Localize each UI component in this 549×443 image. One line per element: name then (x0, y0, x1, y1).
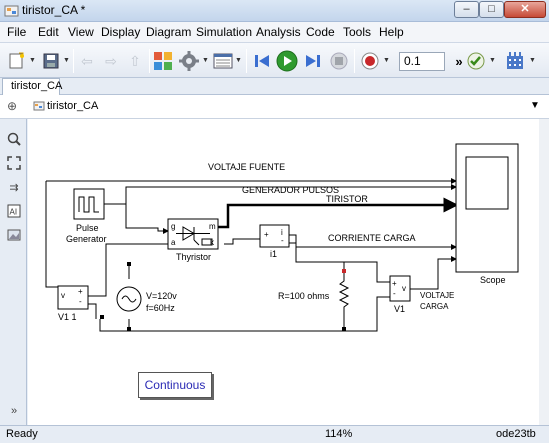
zoom-icon[interactable] (6, 131, 22, 147)
fit-to-view-icon[interactable] (6, 155, 22, 171)
back-arrow-icon[interactable]: ⇦ (76, 50, 98, 72)
new-model-icon[interactable] (6, 50, 28, 72)
voltage-meas-right-label: V1 (394, 304, 406, 314)
powergui-block[interactable]: Continuous (138, 372, 212, 398)
voltage-meas-left-label: V1 1 (58, 312, 77, 322)
grid-view-icon[interactable] (504, 50, 526, 72)
v-left-minus-label: - (79, 297, 82, 306)
zoom-level: 114% (325, 428, 353, 440)
minimize-button[interactable]: – (454, 1, 479, 18)
menu-display[interactable]: Display (101, 25, 140, 39)
thyristor-label: Thyristor (176, 252, 212, 262)
resistor-block[interactable] (338, 275, 350, 311)
step-back-icon[interactable] (251, 50, 273, 72)
record-dropdown-icon[interactable]: ▼ (383, 57, 390, 65)
v-left-v-label: v (61, 291, 65, 300)
pulse-generator-label-1: Pulse (76, 223, 99, 233)
resistor-label: R=100 ohms (278, 291, 330, 301)
menu-view[interactable]: View (68, 25, 94, 39)
annotation-icon[interactable]: AI (6, 203, 22, 219)
label-tiristor: TIRISTOR (326, 194, 368, 204)
up-arrow-icon[interactable]: ⇧ (124, 50, 146, 72)
close-button[interactable]: ✕ (504, 1, 546, 18)
maximize-button[interactable]: □ (479, 1, 504, 18)
current-minus-label: - (281, 236, 284, 245)
breadcrumb-model[interactable]: tiristor_CA (47, 100, 98, 112)
image-icon[interactable] (6, 227, 22, 243)
label-corriente-carga: CORRIENTE CARGA (328, 233, 416, 243)
port-a-label: a (171, 238, 176, 247)
breadcrumb-dropdown-icon[interactable]: ▼ (530, 100, 540, 111)
check-model-icon[interactable] (465, 50, 487, 72)
vertical-scrollbar[interactable] (539, 119, 549, 425)
scope-label: Scope (480, 275, 506, 285)
diagram-canvas[interactable]: VOLTAJE FUENTE GENERADOR PULSOS TIRISTOR… (28, 119, 549, 425)
menu-code[interactable]: Code (306, 25, 335, 39)
source-frequency-label: f=60Hz (146, 303, 175, 313)
menu-file[interactable]: File (7, 25, 26, 39)
check-dropdown-icon[interactable]: ▼ (489, 57, 496, 65)
v-right-plus-label: + (392, 279, 397, 288)
left-palette: ⇉ AI » (0, 119, 27, 425)
solver-name: ode23tb (496, 428, 536, 440)
stop-icon[interactable] (328, 50, 350, 72)
port-g-label: g (171, 222, 176, 231)
menu-tools[interactable]: Tools (343, 25, 371, 39)
toolbar-separator (73, 49, 74, 73)
model-explorer-icon[interactable] (212, 50, 234, 72)
label-generador-pulsos: GENERADOR PULSOS (242, 185, 340, 195)
tab-bar: tiristor_CA (0, 78, 549, 95)
library-browser-icon[interactable] (152, 50, 174, 72)
connect-arrow-icon[interactable]: ⇉ (6, 179, 22, 195)
label-voltaje-carga-2: CARGA (420, 302, 449, 311)
port-m-label: m (209, 222, 216, 231)
v-left-plus-label: + (78, 287, 83, 296)
toolbar-separator (149, 49, 150, 73)
tab-tiristor-ca[interactable]: tiristor_CA (2, 78, 62, 95)
menu-bar: File Edit View Display Diagram Simulatio… (0, 22, 549, 42)
save-icon[interactable] (40, 50, 62, 72)
current-meas-label: i1 (270, 249, 278, 259)
title-bar: tiristor_CA * – □ ✕ (0, 0, 549, 22)
v-right-v-label: v (402, 284, 406, 293)
menu-edit[interactable]: Edit (38, 25, 59, 39)
menu-analysis[interactable]: Analysis (256, 25, 301, 39)
toolbar: ▼ ▼ ⇦ ⇨ ⇧ ▼ ▼ ▼ 0.1 » ▼ ▼ (0, 42, 549, 78)
port-k-label: k (210, 238, 214, 247)
forward-arrow-icon[interactable]: ⇨ (100, 50, 122, 72)
model-settings-gear-icon[interactable] (178, 50, 200, 72)
window-title: tiristor_CA * (22, 3, 86, 17)
run-icon[interactable] (276, 50, 298, 72)
label-voltaje-carga-1: VOLTAJE (420, 291, 455, 300)
menu-simulation[interactable]: Simulation (196, 25, 252, 39)
breadcrumb: ⊕ tiristor_CA ▼ (0, 95, 549, 119)
status-text: Ready (6, 428, 38, 440)
source-voltage-label: V=120v (146, 291, 177, 301)
save-dropdown-icon[interactable]: ▼ (63, 57, 70, 65)
pulse-generator-label-2: Generator (66, 234, 107, 244)
grid-dropdown-icon[interactable]: ▼ (529, 57, 536, 65)
stop-time-input[interactable]: 0.1 (399, 52, 445, 71)
explorer-dropdown-icon[interactable]: ▼ (235, 57, 242, 65)
menu-diagram[interactable]: Diagram (146, 25, 191, 39)
step-forward-icon[interactable] (302, 50, 324, 72)
settings-dropdown-icon[interactable]: ▼ (202, 57, 209, 65)
menu-help[interactable]: Help (379, 25, 404, 39)
svg-text:AI: AI (10, 208, 18, 217)
v-right-minus-label: - (393, 289, 396, 298)
current-plus-label: + (264, 230, 269, 239)
collapse-palette-icon[interactable]: » (6, 403, 22, 419)
label-voltaje-fuente: VOLTAJE FUENTE (208, 162, 286, 172)
model-icon (33, 101, 45, 111)
status-bar: Ready 114% ode23tb (0, 425, 549, 443)
toolbar-separator (246, 49, 247, 73)
toolbar-separator (354, 49, 355, 73)
hide-explorer-icon[interactable]: ⊕ (7, 99, 17, 113)
new-model-dropdown-icon[interactable]: ▼ (29, 57, 36, 65)
record-icon[interactable] (359, 50, 381, 72)
simulink-app-icon (4, 5, 19, 17)
